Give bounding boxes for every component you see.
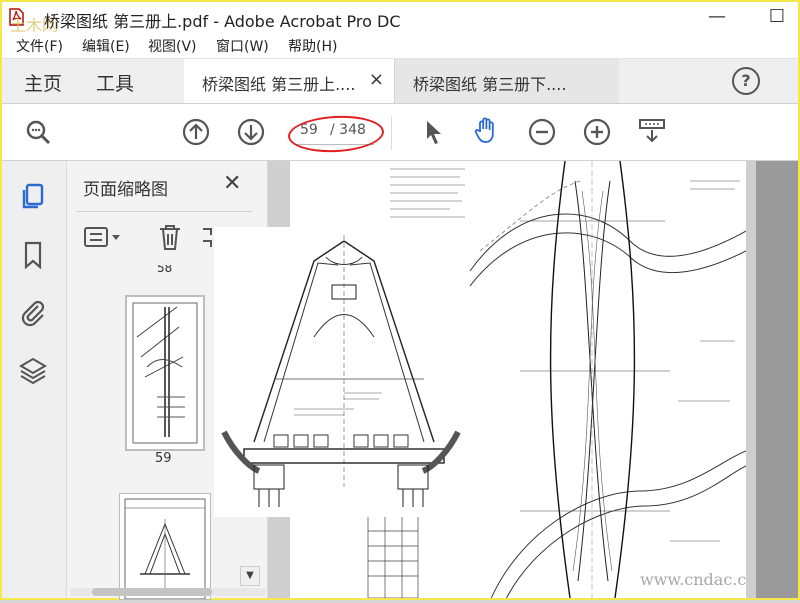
next-page-icon[interactable] (237, 118, 265, 146)
bridge-elevation-overlay (214, 227, 468, 517)
help-icon[interactable]: ? (732, 67, 760, 95)
menu-edit[interactable]: 编辑(E) (82, 36, 130, 56)
tab-bar: 主页 工具 桥梁图纸 第三册上.... × 桥梁图纸 第三册下.... ? (2, 59, 798, 104)
previous-page-icon[interactable] (182, 118, 210, 146)
zoom-out-icon[interactable] (528, 118, 556, 146)
panel-scrollbar-thumb[interactable] (92, 588, 212, 596)
thumbnail-drawing-next (124, 498, 206, 600)
tab-document-inactive[interactable]: 桥梁图纸 第三册下.... (394, 59, 619, 103)
page-thumbnails-icon[interactable] (18, 182, 48, 212)
menu-window[interactable]: 窗口(W) (216, 36, 269, 56)
tab-tools[interactable]: 工具 (96, 69, 134, 96)
close-panel-icon[interactable]: ✕ (223, 171, 241, 196)
arch-bridge-elevation-drawing (221, 235, 461, 507)
window-title: 桥梁图纸 第三册上.pdf - Adobe Acrobat Pro DC (44, 12, 401, 31)
document-vertical-scrollbar[interactable] (756, 161, 798, 598)
maximize-button[interactable]: ☐ (762, 6, 792, 27)
thumb-prev-page-label: 58 (157, 265, 173, 274)
close-tab-icon[interactable]: × (369, 69, 384, 90)
bookmark-icon[interactable] (18, 240, 48, 270)
title-bar: 土木网 桥梁图纸 第三册上.pdf - Adobe Acrobat Pro DC… (2, 2, 798, 35)
delete-page-trash-icon[interactable] (157, 223, 183, 251)
tab-home[interactable]: 主页 (24, 69, 62, 96)
thumbnail-drawing (132, 302, 198, 444)
menu-view[interactable]: 视图(V) (148, 36, 197, 56)
menu-bar: 文件(F) 编辑(E) 视图(V) 窗口(W) 帮助(H) (2, 32, 798, 59)
menu-help[interactable]: 帮助(H) (288, 36, 337, 56)
tab-document-active[interactable]: 桥梁图纸 第三册上.... × (184, 59, 394, 103)
toolbar (2, 104, 798, 161)
rotate-page-icon[interactable] (201, 225, 213, 251)
scroll-mode-icon[interactable] (638, 116, 666, 144)
scroll-down-arrow-icon[interactable]: ▼ (240, 566, 260, 586)
select-cursor-icon[interactable] (420, 118, 448, 146)
toolbar-divider (391, 116, 392, 150)
attachment-paperclip-icon[interactable] (18, 298, 48, 328)
panel-title: 页面缩略图 (83, 180, 168, 200)
zoom-search-icon[interactable] (24, 118, 52, 146)
tab-document-active-label: 桥梁图纸 第三册上.... (202, 75, 356, 94)
panel-divider (77, 211, 253, 212)
menu-file[interactable]: 文件(F) (16, 36, 63, 56)
hand-tool-icon[interactable] (472, 116, 500, 144)
minimize-button[interactable]: — (702, 6, 732, 27)
thumb-current-page-label: 59 (155, 451, 172, 466)
zoom-in-icon[interactable] (583, 118, 611, 146)
thumbnail-page-60[interactable] (119, 493, 211, 600)
thumbnail-page-59[interactable] (125, 295, 205, 451)
layers-icon[interactable] (18, 356, 48, 386)
tab-document-inactive-label: 桥梁图纸 第三册下.... (413, 75, 567, 94)
thumbnail-options-icon[interactable] (83, 225, 123, 251)
watermark-bottom: www.cndac.c (640, 570, 747, 589)
